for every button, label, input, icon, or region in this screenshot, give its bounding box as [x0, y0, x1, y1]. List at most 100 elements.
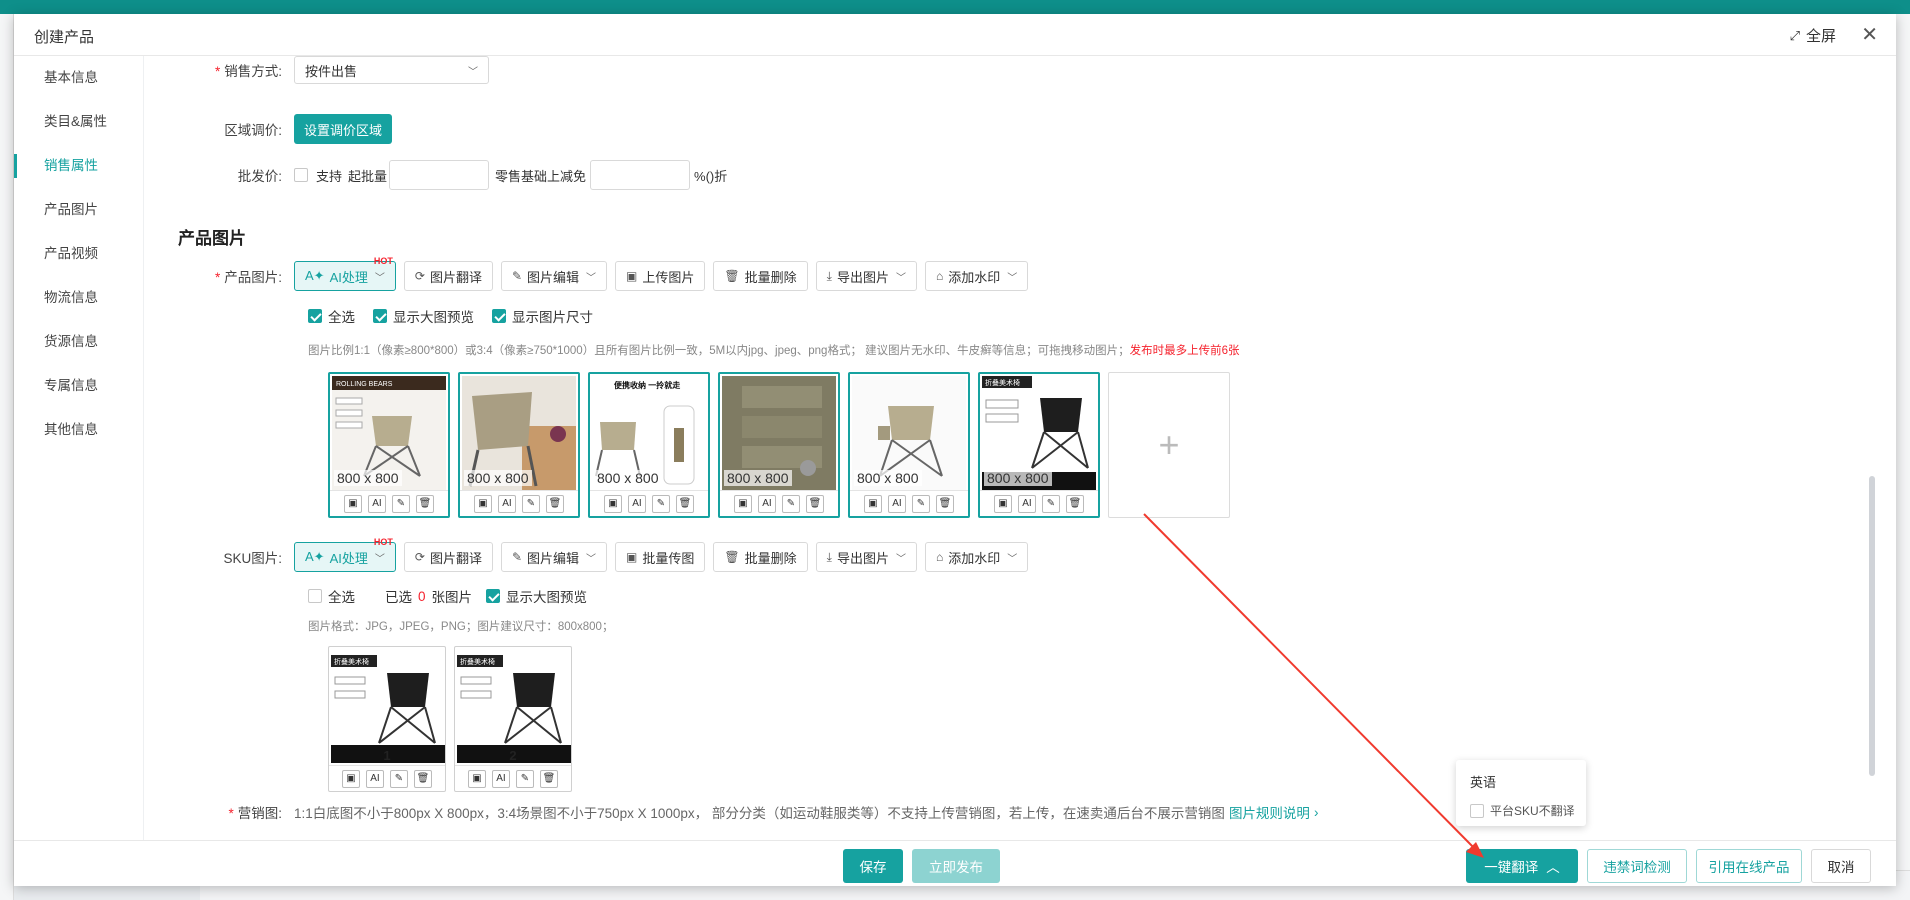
nav-item-source[interactable]: 货源信息: [14, 320, 143, 364]
batch-delete-button[interactable]: 🗑 批量删除: [713, 261, 808, 291]
no-translate-sku-option[interactable]: 平台SKU不翻译: [1470, 802, 1575, 819]
preview-check[interactable]: 显示大图预览: [373, 306, 474, 326]
trash-icon[interactable]: 🗑: [546, 494, 564, 513]
image-replace-icon[interactable]: ▣: [468, 769, 486, 788]
scrollbar[interactable]: [1869, 476, 1875, 776]
select-all-check[interactable]: 全选: [308, 306, 355, 326]
add-image-button[interactable]: +: [1108, 372, 1230, 518]
show-size-check[interactable]: 显示图片尺寸: [492, 306, 593, 326]
wholesale-checkbox[interactable]: [294, 168, 308, 182]
min-quantity-input[interactable]: [389, 160, 490, 190]
sku-image-edit-button[interactable]: ✎ 图片编辑 ﹀: [500, 542, 608, 572]
image-translate-button[interactable]: ⟳ 图片翻译: [403, 261, 493, 291]
add-watermark-button[interactable]: ⌂ 添加水印 ﹀: [924, 261, 1029, 291]
magic-wand-icon[interactable]: ✎: [516, 769, 534, 788]
reference-product-button[interactable]: 引用在线产品: [1696, 849, 1802, 883]
nav-item-sales[interactable]: 销售属性: [14, 144, 143, 188]
product-image-thumb[interactable]: 800 x 800 ▣ AI ✎ 🗑: [848, 372, 970, 518]
image-replace-icon[interactable]: ▣: [474, 494, 492, 513]
sku-number: 1: [383, 748, 391, 763]
magic-wand-icon: ✎: [511, 550, 523, 564]
image-replace-icon[interactable]: ▣: [604, 494, 622, 513]
nav-item-category[interactable]: 类目&属性: [14, 100, 143, 144]
product-image-thumb[interactable]: 800 x 800 ▣ AI ✎ 🗑: [718, 372, 840, 518]
product-image-thumb[interactable]: 800 x 800 ▣ AI ✎ 🗑: [458, 372, 580, 518]
discount-input[interactable]: [590, 160, 691, 190]
ai-icon[interactable]: AI: [758, 494, 776, 513]
nav-item-images[interactable]: 产品图片: [14, 188, 143, 232]
sales-method-select[interactable]: 按件出售 ﹀: [294, 56, 489, 84]
svg-text:ROLLING BEARS: ROLLING BEARS: [336, 381, 393, 388]
refresh-icon: ⟳: [414, 269, 425, 283]
trash-icon[interactable]: 🗑: [540, 769, 558, 788]
chevron-down-icon: ﹀: [1007, 272, 1018, 284]
magic-wand-icon[interactable]: ✎: [392, 494, 410, 513]
language-option[interactable]: 英语: [1470, 772, 1496, 791]
one-click-translate-button[interactable]: 一键翻译 ︿: [1466, 849, 1578, 883]
ai-icon[interactable]: AI: [492, 769, 510, 788]
nav-item-exclusive[interactable]: 专属信息: [14, 364, 143, 408]
ai-process-button[interactable]: A✦ AI处理 ﹀ HOT: [294, 256, 396, 291]
sku-image-translate-button[interactable]: ⟳ 图片翻译: [403, 542, 493, 572]
sku-add-watermark-button[interactable]: ⌂ 添加水印 ﹀: [924, 542, 1029, 572]
magic-wand-icon[interactable]: ✎: [522, 494, 540, 513]
sku-batch-delete-button[interactable]: 🗑 批量删除: [713, 542, 808, 572]
image-icon: ▣: [626, 550, 638, 564]
sku-ai-process-button[interactable]: A✦ AI处理 ﹀ HOT: [294, 537, 396, 572]
nav-item-video[interactable]: 产品视频: [14, 232, 143, 276]
sku-export-image-button[interactable]: ⤓ 导出图片 ﹀: [815, 542, 917, 572]
ai-icon[interactable]: AI: [888, 494, 906, 513]
ai-icon[interactable]: AI: [366, 769, 384, 788]
image-replace-icon[interactable]: ▣: [994, 494, 1012, 513]
sku-image-thumb[interactable]: 折叠美术椅 1 ▣ AI ✎ 🗑: [328, 646, 446, 792]
side-nav: 基本信息 类目&属性 销售属性 产品图片 产品视频 物流信息 货源信息 专属信息…: [14, 56, 144, 854]
trash-icon[interactable]: 🗑: [676, 494, 694, 513]
export-image-button[interactable]: ⤓ 导出图片 ﹀: [815, 261, 917, 291]
trash-icon[interactable]: 🗑: [936, 494, 954, 513]
image-replace-icon[interactable]: ▣: [864, 494, 882, 513]
image-edit-button[interactable]: ✎ 图片编辑 ﹀: [500, 261, 608, 291]
trash-icon[interactable]: 🗑: [414, 769, 432, 788]
nav-item-basic[interactable]: 基本信息: [14, 56, 143, 100]
product-image-thumb[interactable]: 便携收纳 一拎就走 800 x 800 ▣ AI ✎ 🗑: [588, 372, 710, 518]
upload-image-button[interactable]: ▣ 上传图片: [615, 261, 706, 291]
save-button[interactable]: 保存: [843, 849, 903, 883]
image-replace-icon[interactable]: ▣: [342, 769, 360, 788]
sku-preview-check[interactable]: 显示大图预览: [486, 586, 587, 606]
trash-icon: 🗑: [724, 550, 740, 564]
image-tools: ▣ AI ✎ 🗑: [455, 765, 571, 791]
sku-image: 折叠美术椅: [457, 649, 571, 763]
magic-wand-icon[interactable]: ✎: [652, 494, 670, 513]
product-image-thumb[interactable]: ROLLING BEARS 800 x 800 ▣ AI ✎ 🗑: [328, 372, 450, 518]
image-rules-link[interactable]: 图片规则说明: [1229, 802, 1310, 822]
cancel-button[interactable]: 取消: [1811, 849, 1871, 883]
sku-selected-count: 已选 0 张图片: [385, 588, 473, 606]
trash-icon[interactable]: 🗑: [806, 494, 824, 513]
chevron-down-icon: ﹀: [468, 66, 478, 78]
product-image-thumb[interactable]: 折叠美术椅 800 x 800 ▣ AI ✎ 🗑: [978, 372, 1100, 518]
sku-batch-upload-button[interactable]: ▣ 批量传图: [615, 542, 706, 572]
trash-icon[interactable]: 🗑: [416, 494, 434, 513]
trash-icon[interactable]: 🗑: [1066, 494, 1084, 513]
set-region-button[interactable]: 设置调价区域: [294, 114, 393, 144]
close-icon[interactable]: ✕: [1861, 22, 1878, 47]
ai-icon[interactable]: AI: [498, 494, 516, 513]
sku-select-all-check[interactable]: 全选: [308, 586, 355, 606]
magic-wand-icon[interactable]: ✎: [912, 494, 930, 513]
image-replace-icon[interactable]: ▣: [734, 494, 752, 513]
ai-icon[interactable]: AI: [368, 494, 386, 513]
sku-image-thumb[interactable]: 折叠美术椅 2 ▣ AI ✎ 🗑: [454, 646, 572, 792]
magic-wand-icon[interactable]: ✎: [390, 769, 408, 788]
publish-button[interactable]: 立即发布: [912, 849, 1000, 883]
magic-wand-icon[interactable]: ✎: [1042, 494, 1060, 513]
banned-words-button[interactable]: 违禁词检测: [1587, 849, 1687, 883]
nav-item-logistics[interactable]: 物流信息: [14, 276, 143, 320]
ai-icon[interactable]: AI: [1018, 494, 1036, 513]
nav-item-other[interactable]: 其他信息: [14, 408, 143, 452]
magic-wand-icon[interactable]: ✎: [782, 494, 800, 513]
image-replace-icon[interactable]: ▣: [344, 494, 362, 513]
fullscreen-button[interactable]: ⤢ 全屏: [1790, 25, 1836, 46]
ai-icon[interactable]: AI: [628, 494, 646, 513]
background-header: [0, 0, 1910, 14]
trash-icon: 🗑: [724, 269, 740, 283]
